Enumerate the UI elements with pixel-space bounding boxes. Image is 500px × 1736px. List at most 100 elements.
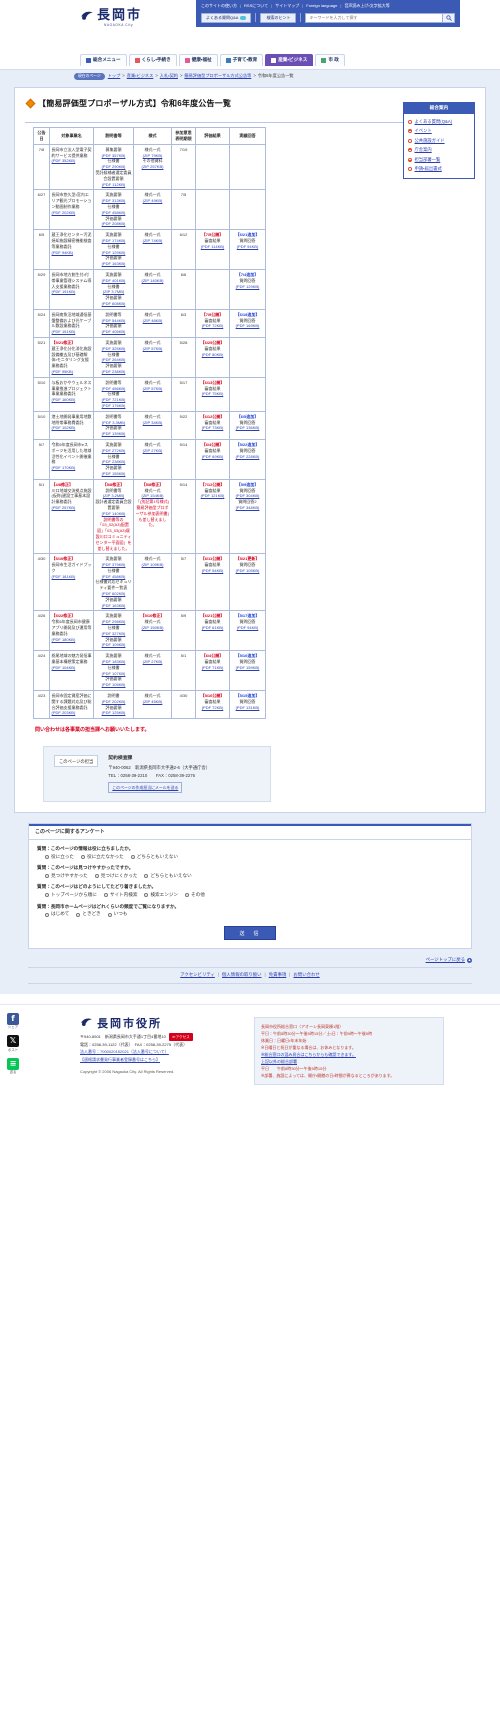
file-link[interactable]: (ZIP 45KB)	[136, 699, 170, 705]
file-link[interactable]: (PDF 405KB)	[96, 329, 132, 335]
file-link[interactable]: (PDF 139KB)	[96, 431, 132, 437]
file-link[interactable]: (PDF 136KB)	[232, 425, 264, 431]
file-link[interactable]: (PDF 191KB)	[52, 289, 92, 295]
gnav-item-childcare[interactable]: 子育て・教育	[219, 54, 264, 66]
file-link[interactable]: (PDF 114KB)	[198, 244, 228, 250]
radio-button[interactable]	[103, 893, 108, 898]
radio-button[interactable]	[76, 912, 81, 917]
back-to-top[interactable]: ページトップに戻る ▲	[14, 957, 472, 964]
search-hint-button[interactable]: 検索のヒント	[260, 12, 297, 23]
survey-option[interactable]: その他	[185, 892, 205, 899]
search-button[interactable]	[442, 13, 454, 22]
file-link[interactable]: (PDF 102KB)	[52, 425, 92, 431]
survey-option[interactable]: ときどき	[76, 911, 101, 918]
file-link[interactable]: (PDF 163KB)	[96, 261, 132, 267]
breadcrumb-item-proposal[interactable]: 簡易評価型プロポーザル方式公告等	[184, 73, 251, 78]
radio-button[interactable]	[144, 893, 149, 898]
file-link[interactable]: (PDF 69KB)	[198, 454, 228, 460]
file-link[interactable]: (PDF 159KB)	[232, 665, 264, 671]
file-link[interactable]: (ZIP 109KB)	[136, 562, 170, 568]
file-link[interactable]: (PDF 61KB)	[198, 625, 228, 631]
file-link[interactable]: (PDF 228KB)	[232, 454, 264, 460]
survey-option[interactable]: 検索エンジン	[144, 892, 178, 899]
survey-option[interactable]: サイト内検索	[103, 892, 137, 899]
file-link[interactable]: (PDF 71KB)	[198, 665, 228, 671]
file-link[interactable]: (ZIP 34KB)	[136, 420, 170, 426]
footer-corp-link[interactable]: 法人番号：7000020152021（法人番号について）	[80, 1049, 169, 1054]
file-link[interactable]: (PDF 105KB)	[96, 682, 132, 688]
radio-button[interactable]	[45, 912, 49, 917]
file-link[interactable]: (ZIP 140KB)	[136, 278, 170, 284]
file-link[interactable]: (PDF 95KB)	[52, 369, 92, 375]
file-link[interactable]: (PDF 125KB)	[96, 710, 132, 716]
file-link[interactable]: (PDF 121KB)	[198, 493, 228, 499]
sidebox-item-events[interactable]: イベント	[408, 127, 472, 136]
search-input[interactable]	[306, 15, 442, 21]
file-link[interactable]: (PDF 75KB)	[198, 391, 228, 397]
file-link[interactable]: (PDF 176KB)	[96, 403, 132, 409]
breadcrumb-item-industry[interactable]: 産業・ビジネス	[127, 73, 154, 78]
util-link-foreign-language[interactable]: Foreign language	[306, 3, 337, 9]
util-link-accessibility[interactable]: 音声読み上げ・文字拡大等	[344, 3, 389, 9]
file-link[interactable]: (ZIP 257KB)	[136, 164, 170, 170]
file-link[interactable]: (PDF 238KB)	[96, 369, 132, 375]
radio-button[interactable]	[45, 893, 49, 898]
file-link[interactable]: (PDF 94KB)	[232, 244, 264, 250]
breadcrumb-item-top[interactable]: トップ	[108, 73, 121, 78]
survey-option[interactable]: 役に立った	[45, 854, 74, 861]
file-link[interactable]: (PDF 151KB)	[52, 329, 92, 335]
file-link[interactable]: (PDF 208KB)	[96, 221, 132, 227]
sidebox-item-departments[interactable]: 担当部署一覧	[408, 155, 472, 164]
file-link[interactable]: (PDF 94KB)	[52, 250, 92, 256]
footer-link-inquiry[interactable]: お問い合わせ	[293, 972, 319, 977]
radio-button[interactable]	[45, 874, 49, 879]
file-link[interactable]: (ZIP 49KB)	[136, 198, 170, 204]
gnav-item-health[interactable]: 健康・福祉	[178, 54, 218, 66]
file-link[interactable]: (PDF 54KB)	[198, 568, 228, 574]
file-link[interactable]: (PDF 202KB)	[52, 210, 92, 216]
file-link[interactable]: (PDF 72KB)	[198, 323, 228, 329]
radio-button[interactable]	[94, 874, 99, 879]
radio-button[interactable]	[185, 893, 190, 898]
sns-facebook[interactable]: f シェア	[4, 1012, 22, 1030]
breadcrumb-item-bidding[interactable]: 入札・契約	[160, 73, 178, 78]
footer-hours-link[interactable]: 上記以外の総合部署	[261, 1059, 297, 1064]
file-link[interactable]: (PDF 160KB)	[52, 397, 92, 403]
file-link[interactable]: (PDF 348KB)	[232, 505, 264, 511]
util-link-sitemap[interactable]: サイトマップ	[275, 3, 299, 9]
file-link[interactable]: (PDF 129KB)	[232, 284, 264, 290]
site-logo[interactable]: 長岡市	[80, 9, 142, 22]
radio-button[interactable]	[144, 874, 149, 879]
sns-x[interactable]: 𝕏 ポスト	[4, 1035, 22, 1052]
file-link[interactable]: (ZIP 57KB)	[136, 386, 170, 392]
util-link-rss[interactable]: RSSについて	[244, 3, 268, 9]
file-link[interactable]: (ZIP 46KB)	[136, 318, 170, 324]
sidebox-item-faq[interactable]: よくある質問(Q&A)	[408, 117, 472, 126]
radio-button[interactable]	[130, 854, 135, 859]
file-link[interactable]: (ZIP 27KB)	[136, 448, 170, 454]
survey-option[interactable]: どちらともいえない	[130, 854, 178, 861]
file-link[interactable]: (PDF 94KB)	[232, 625, 264, 631]
file-link[interactable]: (PDF 169KB)	[232, 323, 264, 329]
file-link[interactable]: (PDF 352KB)	[52, 158, 92, 164]
file-link[interactable]: (ZIP 27KB)	[136, 659, 170, 665]
survey-option[interactable]: 役に立たなかった	[80, 854, 124, 861]
file-link[interactable]: (ZIP 150KB)	[136, 625, 170, 631]
file-link[interactable]: (PDF 109KB)	[96, 642, 132, 648]
footer-invoice-link[interactable]: 【適格請求書発行事業者登録番号はこちら】	[80, 1057, 160, 1062]
file-link[interactable]: (PDF 181KB)	[52, 574, 92, 580]
survey-option[interactable]: 見つけにくかった	[94, 873, 137, 880]
file-link[interactable]: (PDF 170KB)	[52, 465, 92, 471]
file-link[interactable]: (PDF 608KB)	[96, 301, 132, 307]
file-link[interactable]: (PDF 155KB)	[96, 471, 132, 477]
footer-hours-link[interactable]: ※総合窓口の混み具合はこちらからも確認できます。	[261, 1052, 356, 1057]
file-link[interactable]: (ZIP 57KB)	[136, 346, 170, 352]
survey-option[interactable]: どちらともいえない	[144, 873, 192, 880]
survey-option[interactable]: はじめて	[45, 911, 69, 918]
faq-button[interactable]: よくある質問Q&A	[201, 12, 252, 23]
survey-option[interactable]: いつも	[107, 911, 127, 918]
survey-submit-button[interactable]: 送 信	[224, 926, 276, 941]
file-link[interactable]: (PDF 73KB)	[198, 425, 228, 431]
file-link[interactable]: (ZIP 74KB)	[136, 238, 170, 244]
radio-button[interactable]	[107, 912, 112, 917]
